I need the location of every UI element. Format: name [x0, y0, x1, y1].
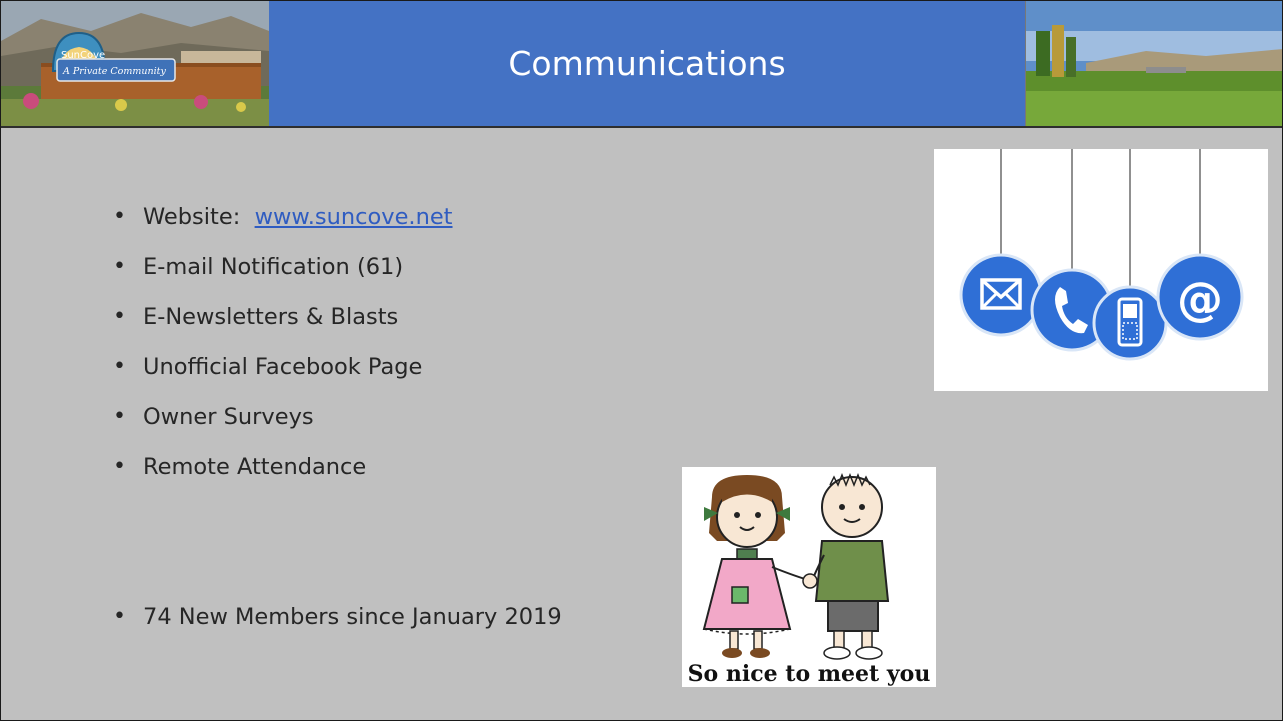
slide-title: Communications — [508, 44, 786, 83]
slide-header: SunCove A Private Community Communicatio… — [1, 1, 1282, 128]
boy-figure — [802, 472, 890, 660]
mobile-phone-icon — [1092, 285, 1168, 361]
bullet-list: • Website: www.suncove.net • E-mail Noti… — [113, 197, 562, 647]
list-item-facebook: • Unofficial Facebook Page — [113, 347, 562, 397]
list-item-remote: • Remote Attendance — [113, 447, 562, 497]
nice-to-meet-you-image: So nice to meet you — [682, 467, 936, 687]
slide: SunCove A Private Community Communicatio… — [0, 0, 1283, 721]
list-item-website: • Website: www.suncove.net — [113, 197, 562, 247]
bullet-dot: • — [113, 204, 126, 229]
list-item-text: Owner Surveys — [143, 404, 314, 430]
bullet-dot: • — [113, 454, 126, 479]
sign-text-private-community: A Private Community — [62, 66, 166, 77]
header-divider — [1, 126, 1282, 128]
title-bar: Communications — [269, 1, 1025, 126]
suncove-sign-illustration: SunCove A Private Community — [1, 1, 269, 126]
list-item-email: • E-mail Notification (61) — [113, 247, 562, 297]
park-landscape-photo — [1025, 1, 1282, 126]
website-label: Website: — [143, 204, 241, 230]
bullet-dot: • — [113, 354, 126, 379]
list-item-new-members: • 74 New Members since January 2019 — [113, 597, 562, 647]
list-item-newsletters: • E-Newsletters & Blasts — [113, 297, 562, 347]
sign-text-suncove: SunCove — [61, 50, 105, 61]
website-link[interactable]: www.suncove.net — [255, 204, 453, 230]
list-item-surveys: • Owner Surveys — [113, 397, 562, 447]
svg-text:@: @ — [1177, 272, 1223, 326]
suncove-sign-photo: SunCove A Private Community — [1, 1, 270, 126]
kids-caption: So nice to meet you — [688, 661, 931, 687]
list-item-text: Remote Attendance — [143, 454, 367, 480]
at-sign-icon: @ — [1156, 253, 1244, 341]
girl-figure — [702, 475, 813, 658]
list-item-text: E-Newsletters & Blasts — [143, 304, 399, 330]
park-landscape-illustration — [1026, 1, 1282, 126]
envelope-icon — [959, 253, 1043, 337]
list-item-text: 74 New Members since January 2019 — [143, 604, 562, 630]
bullet-dot: • — [113, 404, 126, 429]
bullet-dot: • — [113, 254, 126, 279]
list-item-text: Unofficial Facebook Page — [143, 354, 423, 380]
communication-icons-image: @ — [934, 149, 1268, 391]
bullet-dot: • — [113, 604, 126, 629]
list-item-text: E-mail Notification (61) — [143, 254, 404, 280]
bullet-dot: • — [113, 304, 126, 329]
